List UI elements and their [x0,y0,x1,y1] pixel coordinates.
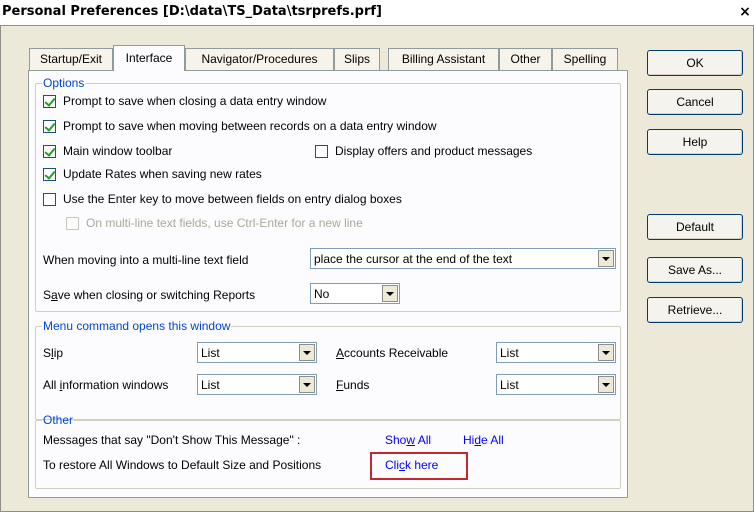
ctrl-enter-label: On multi-line text fields, use Ctrl-Ente… [86,216,363,230]
prompt-move-option[interactable]: Prompt to save when moving between recor… [43,119,437,133]
tab-other[interactable]: Other [499,48,552,70]
hide-all-link[interactable]: Hide All [463,433,504,447]
window-title: Personal Preferences [D:\data\TS_Data\ts… [2,4,382,19]
default-button[interactable]: Default [647,214,743,240]
cancel-button[interactable]: Cancel [647,89,743,115]
all-info-windows-label: All information windows [43,378,169,392]
other-group: Other [35,414,621,489]
funds-label: Funds [336,378,370,392]
update-rates-option[interactable]: Update Rates when saving new rates [43,167,262,181]
ctrl-enter-checkbox [66,216,79,230]
prompt-close-checkbox[interactable] [43,94,56,108]
save-as-button[interactable]: Save As... [647,257,743,283]
other-legend: Other [43,413,74,427]
enter-key-option[interactable]: Use the Enter key to move between fields… [43,192,402,206]
all-info-windows-value: List [201,377,220,392]
tab-navigator-procedures[interactable]: Navigator/Procedures [185,48,334,70]
slip-label: Slip [43,346,64,360]
preferences-dialog: Startup/Exit Interface Navigator/Procedu… [0,25,754,512]
accounts-receivable-value: List [500,345,519,360]
save-switch-value: No [314,286,330,301]
multiline-cursor-select[interactable]: place the cursor at the end of the text [310,248,616,269]
main-toolbar-checkbox[interactable] [43,144,56,158]
chevron-down-icon[interactable] [598,250,614,267]
tab-interface[interactable]: Interface [113,45,185,71]
close-icon[interactable]: × [738,4,752,20]
prompt-move-label: Prompt to save when moving between recor… [63,119,437,133]
prompt-close-option[interactable]: Prompt to save when closing a data entry… [43,94,326,108]
display-offers-checkbox[interactable] [315,144,328,158]
tab-slips[interactable]: Slips [334,48,380,70]
help-button[interactable]: Help [647,129,743,155]
accounts-receivable-select[interactable]: List [496,342,616,363]
ctrl-enter-option: On multi-line text fields, use Ctrl-Ente… [66,216,363,230]
accounts-receivable-label: Accounts Receivable [336,346,449,360]
prompt-move-checkbox[interactable] [43,119,56,133]
chevron-down-icon[interactable] [382,285,398,302]
save-switch-select[interactable]: No [310,283,400,304]
enter-key-checkbox[interactable] [43,192,56,206]
menu-command-legend: Menu command opens this window [43,319,231,333]
save-switch-label: Save when closing or switching Reports [43,288,256,302]
dont-show-message-text: Messages that say "Don't Show This Messa… [43,433,301,447]
display-offers-option[interactable]: Display offers and product messages [315,144,532,158]
main-toolbar-label: Main window toolbar [63,144,173,158]
menu-command-group: Menu command opens this window [35,320,621,420]
update-rates-checkbox[interactable] [43,167,56,181]
tab-billing-assistant[interactable]: Billing Assistant [388,48,499,70]
funds-select[interactable]: List [496,374,616,395]
slip-select[interactable]: List [197,342,317,363]
multiline-cursor-value: place the cursor at the end of the text [314,251,513,266]
update-rates-label: Update Rates when saving new rates [63,167,262,181]
main-toolbar-option[interactable]: Main window toolbar [43,144,172,158]
title-bar[interactable]: Personal Preferences [D:\data\TS_Data\ts… [0,0,754,25]
enter-key-label: Use the Enter key to move between fields… [63,192,402,206]
retrieve-button[interactable]: Retrieve... [647,297,743,323]
options-legend: Options [43,76,85,90]
ok-button[interactable]: OK [647,50,743,76]
tab-spelling[interactable]: Spelling [552,48,618,70]
chevron-down-icon[interactable] [299,344,315,361]
funds-value: List [500,377,519,392]
tab-startup-exit[interactable]: Startup/Exit [29,48,113,70]
prompt-close-label: Prompt to save when closing a data entry… [63,94,327,108]
slip-value: List [201,345,220,360]
all-info-windows-select[interactable]: List [197,374,317,395]
click-here-highlight-box [370,452,468,480]
chevron-down-icon[interactable] [598,376,614,393]
chevron-down-icon[interactable] [299,376,315,393]
multiline-field-label: When moving into a multi-line text field [43,253,249,267]
show-all-link[interactable]: Show All [385,433,431,447]
display-offers-label: Display offers and product messages [335,144,533,158]
restore-windows-text: To restore All Windows to Default Size a… [43,458,322,472]
chevron-down-icon[interactable] [598,344,614,361]
